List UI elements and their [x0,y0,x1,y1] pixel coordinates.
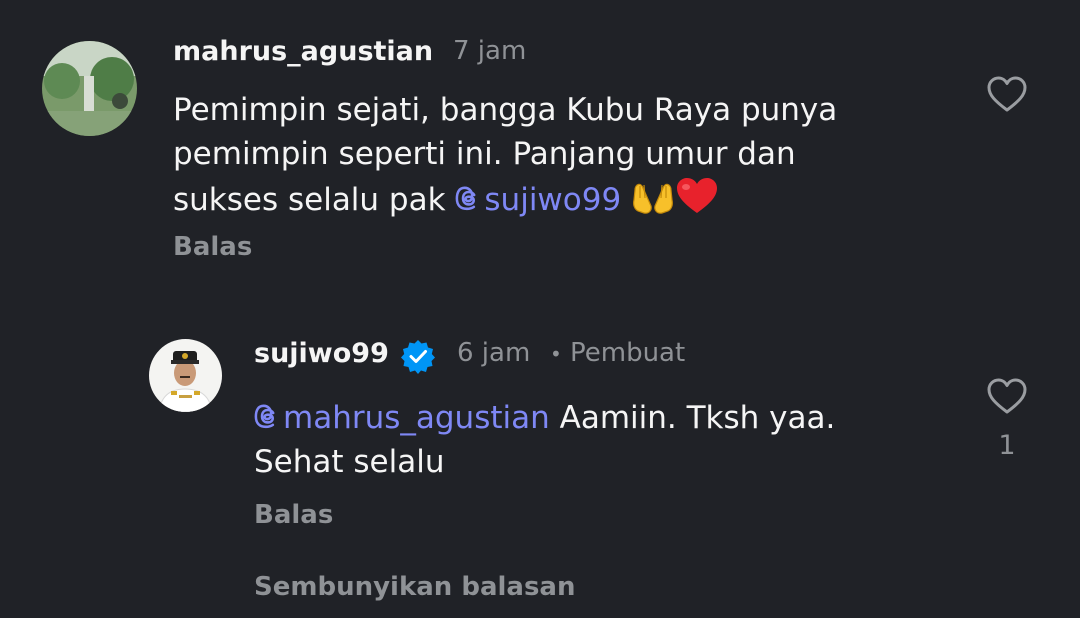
threads-at-icon [456,186,476,211]
reply-username[interactable]: sujiwo99 [254,338,389,369]
comment-text-line-3: sukses selalu pak sujiwo99 [173,176,837,222]
reply-timestamp: 6 jam [457,338,531,368]
reply-reply-button[interactable]: Balas [254,500,333,530]
separator-dot: • [550,342,562,366]
comment-mention-text[interactable]: sujiwo99 [484,182,621,218]
comment-like-heart-icon[interactable] [986,75,1028,117]
avatar-mahrus-agustian[interactable] [42,41,137,136]
reply-text-line-1-suffix: Aamiin. Tksh yaa. [549,400,836,436]
palms-up-together-emoji-icon [633,183,674,214]
comment-text-line-3-prefix: sukses selalu pak [173,182,456,218]
reply-like-heart-icon[interactable] [986,377,1028,419]
reply-like-count: 1 [998,430,1016,461]
comment-reply-button[interactable]: Balas [173,232,252,262]
hide-replies-button[interactable]: Sembunyikan balasan [254,572,575,602]
comment-text-line-1: Pemimpin sejati, bangga Kubu Raya punya [173,92,838,128]
mention-link-mahrus-agustian[interactable]: mahrus_agustian [254,400,550,436]
comment-text-line-2: pemimpin seperti ini. Panjang umur dan [173,136,796,172]
comment-username[interactable]: mahrus_agustian [173,36,433,67]
comment-text: Pemimpin sejati, bangga Kubu Raya punya … [173,88,837,222]
mention-link-sujiwo99[interactable]: sujiwo99 [455,182,621,218]
comment-timestamp: 7 jam [453,36,527,66]
red-heart-emoji-icon [677,178,718,213]
verified-badge-icon [400,338,436,378]
reply-mention-text[interactable]: mahrus_agustian [283,400,550,436]
reply-text: mahrus_agustian Aamiin. Tksh yaa. Sehat … [254,396,835,484]
reply-text-line-1: mahrus_agustian Aamiin. Tksh yaa. [254,396,835,440]
threads-at-icon [254,404,275,429]
author-tag: Pembuat [570,338,686,368]
avatar-sujiwo99[interactable] [149,339,222,412]
reply-text-line-2: Sehat selalu [254,444,445,480]
